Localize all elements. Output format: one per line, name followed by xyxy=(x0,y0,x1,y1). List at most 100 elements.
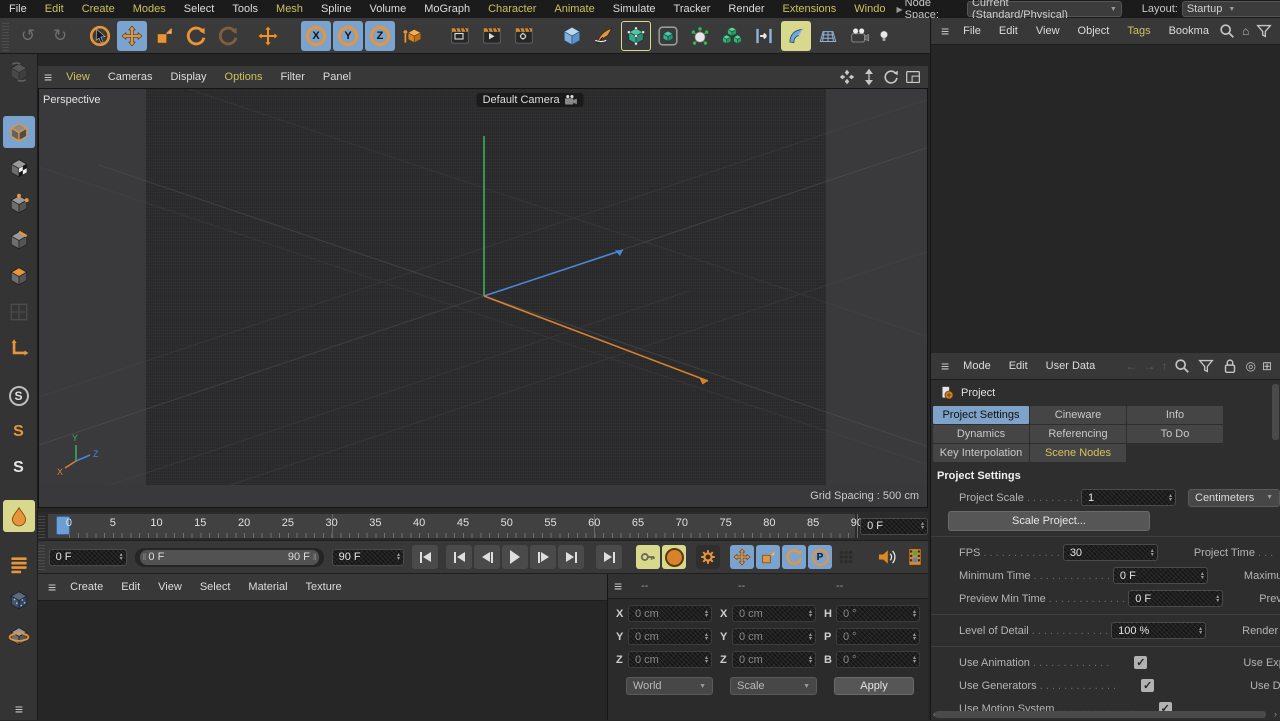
previous-key-icon[interactable] xyxy=(446,545,472,569)
spinner-icon[interactable]: ▴▾ xyxy=(1198,572,1204,580)
uv-mode-icon[interactable] xyxy=(3,296,35,328)
home-icon[interactable]: ⌂ xyxy=(1242,24,1249,38)
menu-select[interactable]: Select xyxy=(175,3,224,15)
spinner-icon[interactable]: ▴▾ xyxy=(806,633,812,641)
tab-key-interpolation[interactable]: Key Interpolation xyxy=(933,444,1029,462)
key-pla-icon[interactable] xyxy=(834,545,858,569)
viewport[interactable]: Y Z X Perspective Default Camera Grid Sp… xyxy=(38,88,928,508)
range-grip-left[interactable]: ‖ xyxy=(140,552,149,562)
render-preview-icon[interactable] xyxy=(902,544,928,570)
go-to-end-icon[interactable] xyxy=(596,545,622,569)
world-dropdown[interactable]: World▼ xyxy=(626,677,713,695)
scale-project-button[interactable]: Scale Project... xyxy=(948,511,1150,531)
key-scale-icon[interactable] xyxy=(756,545,780,569)
texture-mode-icon[interactable] xyxy=(3,152,35,184)
rotate-view-icon[interactable] xyxy=(882,68,900,86)
spinner-icon[interactable]: ▴▾ xyxy=(117,553,123,561)
spinner-icon[interactable]: ▴▾ xyxy=(806,656,812,664)
menu-file[interactable]: File xyxy=(0,3,36,15)
loop-end-field[interactable]: 90 F ▴▾ xyxy=(332,549,404,566)
make-editable-icon[interactable] xyxy=(3,56,35,88)
z-axis-lock-icon[interactable]: Z xyxy=(365,21,395,51)
value-field[interactable]: 1▴▾ xyxy=(1081,489,1176,506)
mat-menu-select[interactable]: Select xyxy=(191,581,240,593)
view-name-label[interactable]: Perspective xyxy=(43,94,100,106)
spinner-icon[interactable]: ▴▾ xyxy=(702,610,708,618)
spinner-icon[interactable]: ▴▾ xyxy=(1166,494,1172,502)
unit-dropdown[interactable]: Centimeters▼ xyxy=(1188,489,1280,507)
tab-scene-nodes[interactable]: Scene Nodes xyxy=(1030,444,1126,462)
window-corner-menu-icon[interactable]: ≡ xyxy=(3,700,35,718)
attr-menu-mode[interactable]: Mode xyxy=(954,360,1000,372)
simulate-icon[interactable] xyxy=(749,21,779,51)
vp-menu-display[interactable]: Display xyxy=(161,71,215,83)
horizontal-scrollbar[interactable] xyxy=(935,711,1266,718)
coord-field[interactable]: 0 cm▴▾ xyxy=(732,651,816,668)
points-mode-icon[interactable] xyxy=(3,188,35,220)
menu-mesh[interactable]: Mesh xyxy=(267,3,312,15)
coord-field[interactable]: 0 °▴▾ xyxy=(836,651,920,668)
model-mode-icon[interactable] xyxy=(3,116,35,148)
timeline-grip[interactable] xyxy=(38,514,45,538)
spinner-icon[interactable]: ▴▾ xyxy=(910,610,916,618)
edges-mode-icon[interactable] xyxy=(3,224,35,256)
timeline-ruler[interactable]: 051015202530354045505560657075808590 xyxy=(47,513,856,539)
coord-field[interactable]: 0 cm▴▾ xyxy=(732,628,816,645)
volume-icon[interactable] xyxy=(717,21,747,51)
undo-icon[interactable]: ↺ xyxy=(13,21,43,51)
noise-cube-icon[interactable] xyxy=(3,584,35,616)
layout-dropdown[interactable]: Startup ▼ xyxy=(1182,1,1280,17)
render-view-icon[interactable] xyxy=(445,21,475,51)
y-axis-lock-icon[interactable]: Y xyxy=(333,21,363,51)
value-field[interactable]: 100 %▴▾ xyxy=(1111,622,1206,639)
menu-volume[interactable]: Volume xyxy=(361,3,416,15)
spinner-icon[interactable]: ▴▾ xyxy=(806,610,812,618)
sound-icon[interactable] xyxy=(874,544,900,570)
menu-windo[interactable]: Windo xyxy=(845,3,894,15)
panel-menu-icon[interactable]: ≡ xyxy=(608,578,627,594)
mat-menu-material[interactable]: Material xyxy=(239,581,296,593)
polygons-mode-icon[interactable] xyxy=(3,260,35,292)
subdivision-surface-icon[interactable] xyxy=(653,21,683,51)
object-row[interactable]: Project xyxy=(931,380,1280,406)
camera-icon[interactable] xyxy=(845,21,875,51)
x-axis-lock-icon[interactable]: X xyxy=(301,21,331,51)
rotate-tool-icon[interactable] xyxy=(181,21,211,51)
menu-render[interactable]: Render xyxy=(719,3,773,15)
current-frame-field[interactable]: 0 F ▴▾ xyxy=(860,518,928,535)
target-icon[interactable]: ◎ xyxy=(1245,359,1255,373)
mat-menu-view[interactable]: View xyxy=(149,581,191,593)
om-menu-tags[interactable]: Tags xyxy=(1118,25,1159,37)
vp-menu-view[interactable]: View xyxy=(57,71,99,83)
attr-menu-user-data[interactable]: User Data xyxy=(1037,360,1105,372)
next-key-icon[interactable] xyxy=(558,545,584,569)
tab-project-settings[interactable]: Project Settings xyxy=(933,406,1029,424)
key-parameter-icon[interactable]: P xyxy=(808,545,832,569)
light-icon[interactable] xyxy=(877,21,891,51)
search-icon[interactable] xyxy=(1173,357,1191,375)
move-tool-icon[interactable] xyxy=(117,21,147,51)
up-arrow-icon[interactable]: ↑ xyxy=(1161,359,1167,373)
panel-menu-icon[interactable]: ≡ xyxy=(42,579,61,595)
scroll-right-arrow[interactable]: › xyxy=(1274,709,1277,719)
play-icon[interactable] xyxy=(502,545,528,569)
last-tool-icon[interactable] xyxy=(213,21,243,51)
om-menu-file[interactable]: File xyxy=(954,25,990,37)
attr-menu-edit[interactable]: Edit xyxy=(1000,360,1037,372)
menu-overflow-arrow[interactable]: ▶ xyxy=(894,5,904,14)
vp-menu-cameras[interactable]: Cameras xyxy=(99,71,162,83)
pan-view-icon[interactable] xyxy=(838,68,856,86)
filter-icon[interactable] xyxy=(1197,357,1215,375)
search-icon[interactable] xyxy=(1218,22,1236,40)
checkbox-checked[interactable]: ✓ xyxy=(1134,656,1147,669)
go-to-start-icon[interactable] xyxy=(412,545,438,569)
menu-spline[interactable]: Spline xyxy=(312,3,361,15)
redo-icon[interactable]: ↻ xyxy=(45,21,75,51)
om-menu-view[interactable]: View xyxy=(1027,25,1069,37)
add-icon[interactable]: ⊞ xyxy=(1262,359,1272,373)
tab-info[interactable]: Info xyxy=(1127,406,1223,424)
menu-extensions[interactable]: Extensions xyxy=(773,3,845,15)
spinner-icon[interactable]: ▴▾ xyxy=(1148,549,1154,557)
back-arrow-icon[interactable]: ← xyxy=(1125,359,1137,373)
om-menu-edit[interactable]: Edit xyxy=(990,25,1027,37)
